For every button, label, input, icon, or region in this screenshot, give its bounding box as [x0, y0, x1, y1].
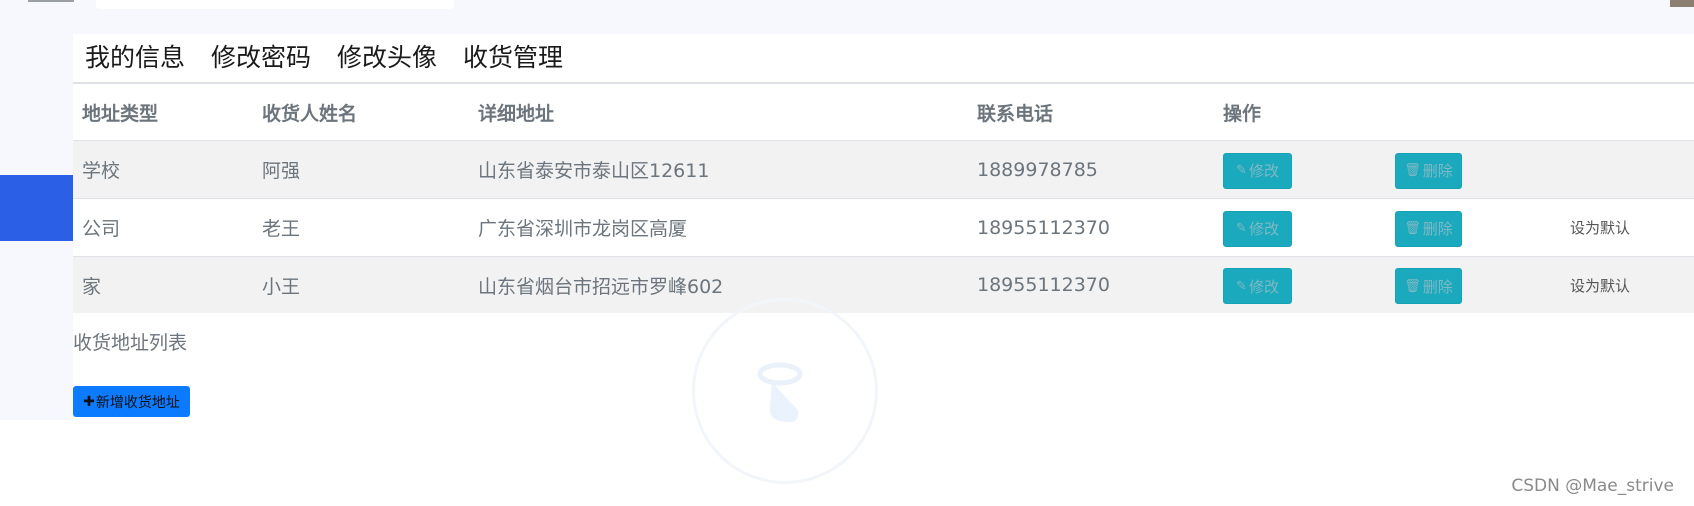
- trash-icon: 🗑: [1404, 163, 1421, 178]
- delete-button[interactable]: 🗑 删除: [1395, 210, 1462, 247]
- phone-number: 18955112370: [977, 274, 1110, 296]
- add-address-button[interactable]: ✚ 新增收货地址: [73, 386, 190, 417]
- avatar[interactable]: [1670, 0, 1694, 7]
- edit-button[interactable]: ✎ 修改: [1223, 210, 1292, 247]
- header-phone: 联系电话: [977, 102, 1054, 125]
- phone-number: 1889978785: [977, 158, 1098, 181]
- trash-icon: 🗑: [1404, 221, 1421, 236]
- phone-number: 18955112370: [977, 216, 1110, 239]
- header-address-type: 地址类型: [82, 102, 159, 125]
- table-caption: 收货地址列表: [73, 332, 188, 354]
- delete-button[interactable]: 🗑 删除: [1395, 152, 1462, 189]
- delete-label: 删除: [1422, 277, 1453, 296]
- delete-label: 删除: [1422, 220, 1453, 238]
- edit-button[interactable]: ✎ 修改: [1223, 152, 1292, 189]
- tab-change-avatar[interactable]: 修改头像: [337, 38, 437, 74]
- edit-button[interactable]: ✎ 修改: [1223, 268, 1292, 304]
- set-default-link[interactable]: 设为默认: [1570, 199, 1630, 256]
- table-header: 地址类型 收货人姓名 详细地址 联系电话 操作: [73, 84, 1694, 142]
- detail-address: 山东省泰安市泰山区12611: [478, 160, 710, 182]
- edit-label: 修改: [1248, 277, 1279, 296]
- address-type: 家: [82, 275, 102, 298]
- edit-icon: ✎: [1236, 278, 1247, 294]
- delete-label: 删除: [1422, 162, 1453, 180]
- sidebar-active-item[interactable]: [0, 175, 73, 241]
- add-address-label: 新增收货地址: [95, 394, 180, 411]
- recipient-name: 老王: [262, 218, 301, 240]
- header-actions: 操作: [1223, 102, 1262, 125]
- header-recipient-name: 收货人姓名: [262, 102, 358, 125]
- edit-icon: ✎: [1236, 221, 1247, 236]
- address-type: 学校: [82, 160, 121, 182]
- tab-my-info[interactable]: 我的信息: [85, 38, 185, 74]
- profile-tabs: 我的信息 修改密码 修改头像 收货管理: [73, 34, 1694, 84]
- detail-address: 山东省烟台市招远市罗峰602: [478, 275, 724, 298]
- set-default-link[interactable]: 设为默认: [1570, 257, 1630, 313]
- edit-label: 修改: [1248, 162, 1279, 180]
- plus-icon: ✚: [83, 393, 95, 410]
- top-search-input[interactable]: [96, 0, 454, 9]
- header-detail-address: 详细地址: [478, 102, 555, 125]
- edit-label: 修改: [1248, 220, 1279, 238]
- delete-button[interactable]: 🗑 删除: [1395, 268, 1462, 304]
- recipient-name: 小王: [262, 275, 301, 298]
- table-row: 家 小王 山东省烟台市招远市罗峰602 18955112370 ✎ 修改 🗑 删除 …: [73, 257, 1694, 313]
- top-menu-indicator: [28, 0, 74, 2]
- recipient-name: 阿强: [262, 160, 301, 182]
- tab-change-password[interactable]: 修改密码: [211, 38, 311, 74]
- detail-address: 广东省深圳市龙岗区高厦: [478, 218, 688, 240]
- table-row: 公司 老王 广东省深圳市龙岗区高厦 18955112370 ✎ 修改 🗑 删除 设为…: [73, 199, 1694, 257]
- table-row: 学校 阿强 山东省泰安市泰山区12611 1889978785 ✎ 修改 🗑 删除: [73, 141, 1694, 199]
- watermark-logo-icon: [757, 362, 803, 423]
- csdn-watermark: CSDN @Mae_strive: [1511, 476, 1674, 496]
- trash-icon: 🗑: [1404, 278, 1421, 294]
- edit-icon: ✎: [1236, 163, 1247, 178]
- tab-address-management[interactable]: 收货管理: [463, 38, 563, 74]
- address-type: 公司: [82, 218, 121, 240]
